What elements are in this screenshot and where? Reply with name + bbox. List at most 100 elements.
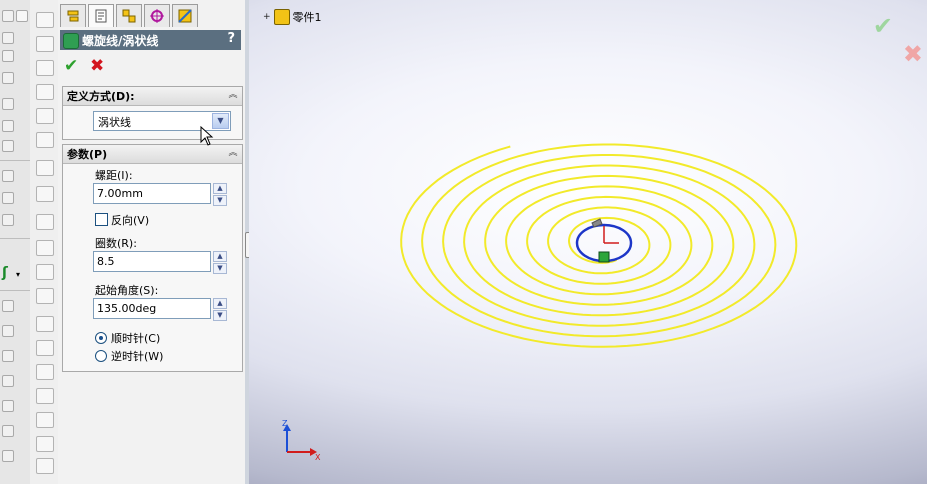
tab-dimxpert-manager[interactable] <box>144 4 170 27</box>
parameters-heading: 参数(P) <box>67 148 108 161</box>
toolbar-icon[interactable] <box>2 32 14 44</box>
property-manager-icon <box>95 9 107 23</box>
axis-triad: Z X <box>282 419 321 460</box>
toolbar-icon[interactable] <box>2 450 14 462</box>
toolbar-icon[interactable] <box>2 375 14 387</box>
page-title: 螺旋线/涡状线 <box>82 33 159 48</box>
reverse-label: 反向(V) <box>111 214 150 227</box>
ok-cancel-bar: ✔ ✖ <box>62 56 142 76</box>
tab-display-manager[interactable] <box>172 4 198 27</box>
toolbar-icon[interactable] <box>2 10 14 22</box>
definition-group-header[interactable]: 定义方式(D): ︽ <box>63 87 242 106</box>
dome-icon[interactable] <box>36 340 54 356</box>
clockwise-radio[interactable] <box>95 332 107 344</box>
sweep-icon[interactable] <box>36 60 54 76</box>
clockwise-label: 顺时针(C) <box>111 332 161 345</box>
mirror-icon[interactable] <box>36 288 54 304</box>
dimxpert-icon <box>150 9 164 23</box>
toolbar-icon[interactable] <box>2 50 14 62</box>
freeform-icon[interactable] <box>36 458 54 474</box>
spiral-preview <box>400 143 798 348</box>
mouse-cursor-icon <box>200 126 214 146</box>
parameters-group-header[interactable]: 参数(P) ︽ <box>63 145 242 164</box>
spin-up-icon[interactable]: ▲ <box>213 251 227 262</box>
turns-input[interactable]: 8.5 <box>93 251 211 272</box>
reverse-checkbox[interactable] <box>95 213 108 226</box>
parameters-group: 参数(P) ︽ 螺距(I): 7.00mm ▲ ▼ 反向(V) 圈数(R): 8… <box>62 144 243 372</box>
toolbar-icon[interactable] <box>2 300 14 312</box>
toolbar-icon[interactable] <box>2 98 14 110</box>
spin-up-icon[interactable]: ▲ <box>213 298 227 309</box>
toolbar-icon[interactable] <box>2 170 14 182</box>
chamfer-icon[interactable] <box>36 160 54 176</box>
cancel-button[interactable]: ✖ <box>90 56 104 76</box>
start-angle-label: 起始角度(S): <box>95 284 159 297</box>
start-angle-value: 135.00deg <box>97 302 157 315</box>
spiral-curve <box>400 143 798 348</box>
definition-heading: 定义方式(D): <box>67 90 135 103</box>
pitch-input[interactable]: 7.00mm <box>93 183 211 204</box>
shell-icon[interactable] <box>36 186 54 202</box>
toolbar-icon[interactable] <box>2 72 14 84</box>
pitch-label: 螺距(I): <box>95 169 133 182</box>
toolbar-icon[interactable] <box>2 214 14 226</box>
curve-icon[interactable]: ʃ <box>2 265 8 281</box>
helix-spiral-icon <box>63 33 79 49</box>
manager-tabs <box>60 2 243 28</box>
draft-icon[interactable] <box>36 240 54 256</box>
toolbar-icon[interactable] <box>2 425 14 437</box>
triad-x-label: X <box>315 453 321 460</box>
spin-down-icon[interactable]: ▼ <box>213 263 227 274</box>
display-manager-icon <box>178 9 192 23</box>
property-manager-header: 螺旋线/涡状线 ? <box>60 30 241 50</box>
definition-selected-value: 涡状线 <box>98 116 131 129</box>
start-angle-spinner[interactable]: ▲ ▼ <box>213 298 227 321</box>
features-toolbar <box>30 0 59 484</box>
indent-icon[interactable] <box>36 436 54 452</box>
toolbar-icon[interactable] <box>2 120 14 132</box>
start-point-icon[interactable] <box>598 251 610 263</box>
fillet-icon[interactable] <box>36 132 54 148</box>
help-button[interactable]: ? <box>227 31 235 46</box>
spin-down-icon[interactable]: ▼ <box>213 195 227 206</box>
feature-manager-icon <box>67 10 79 22</box>
deform-icon[interactable] <box>36 412 54 428</box>
cut-icon[interactable] <box>36 108 54 124</box>
chevron-down-icon[interactable]: ▾ <box>16 270 20 279</box>
triad-z-label: Z <box>282 419 288 428</box>
hole-icon[interactable] <box>36 316 54 332</box>
tab-feature-manager[interactable] <box>60 4 86 27</box>
toolbar-icon[interactable] <box>2 140 14 152</box>
tab-property-manager[interactable] <box>88 4 114 27</box>
loft-icon[interactable] <box>36 84 54 100</box>
start-angle-input[interactable]: 135.00deg <box>93 298 211 319</box>
toolbar-icon[interactable] <box>2 325 14 337</box>
collapse-icon[interactable]: ︽ <box>227 89 239 101</box>
graphics-area[interactable]: + 零件1 ✔ ✖ Z X <box>249 0 927 484</box>
tab-configuration-manager[interactable] <box>116 4 142 27</box>
flex-icon[interactable] <box>36 388 54 404</box>
toolbar-icon[interactable] <box>16 10 28 22</box>
turns-label: 圈数(R): <box>95 237 137 250</box>
chevron-down-icon[interactable]: ▼ <box>212 113 229 129</box>
left-toolbar: ʃ ▾ <box>0 0 31 484</box>
turns-spinner[interactable]: ▲ ▼ <box>213 251 227 274</box>
rib-icon[interactable] <box>36 214 54 230</box>
toolbar-icon[interactable] <box>2 400 14 412</box>
counterclockwise-radio[interactable] <box>95 350 107 362</box>
spin-down-icon[interactable]: ▼ <box>213 310 227 321</box>
revolve-icon[interactable] <box>36 36 54 52</box>
pitch-spinner[interactable]: ▲ ▼ <box>213 183 227 206</box>
configuration-manager-icon <box>122 9 136 23</box>
ok-button[interactable]: ✔ <box>64 56 78 76</box>
toolbar-icon[interactable] <box>2 350 14 362</box>
pitch-value: 7.00mm <box>97 187 143 200</box>
counterclockwise-label: 逆时针(W) <box>111 350 164 363</box>
toolbar-icon[interactable] <box>2 192 14 204</box>
turns-value: 8.5 <box>97 255 115 268</box>
wrap-icon[interactable] <box>36 364 54 380</box>
spin-up-icon[interactable]: ▲ <box>213 183 227 194</box>
extrude-icon[interactable] <box>36 12 54 28</box>
collapse-icon[interactable]: ︽ <box>227 147 239 159</box>
pattern-icon[interactable] <box>36 264 54 280</box>
